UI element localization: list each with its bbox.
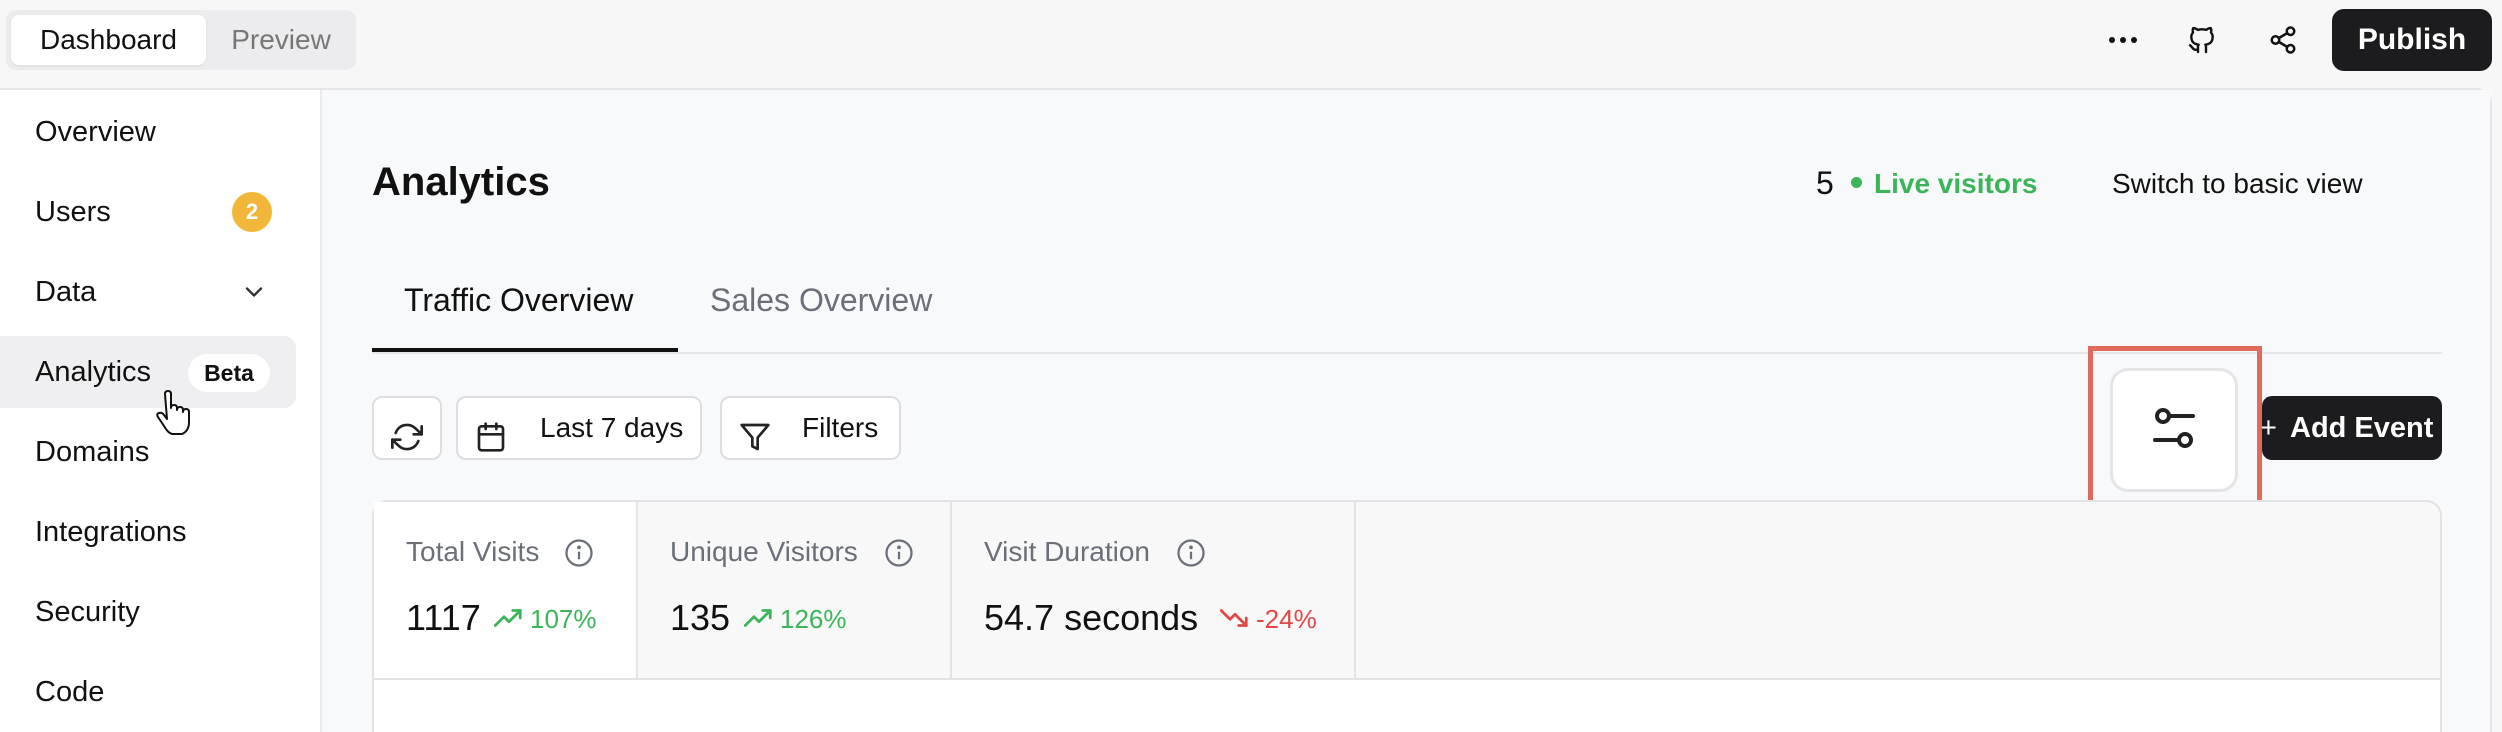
- live-visitor-count: 5: [1816, 165, 1834, 201]
- trend-up-icon: [743, 606, 774, 635]
- stat-trend: 126%: [780, 604, 847, 634]
- tab-dashboard[interactable]: Dashboard: [11, 15, 206, 65]
- filters-label: Filters: [802, 412, 879, 443]
- mode-switcher: Dashboard Preview: [6, 10, 356, 70]
- trend-down-icon: [1219, 606, 1250, 635]
- sidebar-item-label: Code: [35, 676, 105, 708]
- stat-divider: [1354, 502, 1356, 678]
- stat-value: 135: [670, 597, 731, 638]
- sidebar-item-label: Analytics: [35, 356, 152, 388]
- sidebar-item-label: Domains: [35, 436, 150, 468]
- share-icon[interactable]: [2258, 15, 2308, 65]
- stat-value: 1117: [406, 597, 481, 638]
- chevron-down-icon: [240, 278, 268, 311]
- sidebar-item-users[interactable]: Users 2: [0, 176, 296, 248]
- highlight-box: [2088, 346, 2262, 510]
- tab-sales-overview[interactable]: Sales Overview: [710, 280, 932, 320]
- plus-icon: +: [2260, 412, 2277, 444]
- users-count-badge: 2: [232, 192, 272, 232]
- stat-label: Unique Visitors: [670, 536, 858, 567]
- sidebar-item-code[interactable]: Code: [0, 656, 296, 728]
- calendar-icon: [475, 414, 507, 474]
- github-icon[interactable]: [2177, 15, 2227, 65]
- info-icon[interactable]: [884, 538, 914, 573]
- sidebar-item-label: Users: [35, 196, 111, 228]
- live-status-dot: [1851, 177, 1862, 188]
- page-title: Analytics: [372, 160, 550, 204]
- date-range-label: Last 7 days: [540, 412, 684, 443]
- sidebar-item-integrations[interactable]: Integrations: [0, 496, 296, 568]
- active-tab-indicator: [372, 348, 678, 352]
- stat-value: 54.7 seconds: [984, 597, 1199, 638]
- tab-traffic-overview[interactable]: Traffic Overview: [404, 280, 633, 320]
- more-horizontal-icon[interactable]: [2098, 15, 2148, 65]
- top-bar: Dashboard Preview Publish: [0, 0, 2502, 88]
- sidebar-item-domains[interactable]: Domains: [0, 416, 296, 488]
- refresh-icon: [391, 414, 423, 474]
- filters-button[interactable]: Filters: [720, 396, 901, 460]
- add-event-button[interactable]: + Add Event: [2260, 396, 2442, 460]
- publish-button[interactable]: Publish: [2332, 9, 2492, 71]
- stat-trend: 107%: [530, 604, 597, 634]
- sidebar-item-label: Overview: [35, 116, 156, 148]
- stat-unique-visitors[interactable]: Unique Visitors 135 126%: [638, 502, 950, 678]
- tab-preview[interactable]: Preview: [206, 15, 356, 65]
- sidebar-item-label: Integrations: [35, 516, 187, 548]
- beta-badge: Beta: [188, 354, 270, 392]
- stat-trend: -24%: [1256, 604, 1317, 634]
- stat-label: Visit Duration: [984, 536, 1151, 567]
- sidebar-item-overview[interactable]: Overview: [0, 96, 296, 168]
- date-range-button[interactable]: Last 7 days: [456, 396, 702, 460]
- trend-up-icon: [493, 606, 524, 635]
- stat-total-visits[interactable]: Total Visits 1117 107%: [374, 502, 636, 678]
- add-event-label: Add Event: [2290, 412, 2434, 444]
- hand-cursor-icon: [155, 390, 191, 441]
- stat-visit-duration[interactable]: Visit Duration 54.7 seconds -24%: [952, 502, 1354, 678]
- info-icon[interactable]: [564, 538, 594, 573]
- info-icon[interactable]: [1176, 538, 1206, 573]
- sidebar-item-label: Data: [35, 276, 97, 308]
- sidebar-item-label: Security: [35, 596, 140, 628]
- refresh-button[interactable]: [372, 396, 442, 460]
- stat-label: Total Visits: [406, 536, 540, 567]
- switch-basic-view-button[interactable]: Switch to basic view: [2112, 166, 2363, 202]
- filter-funnel-icon: [739, 414, 771, 474]
- sidebar-item-analytics[interactable]: Analytics Beta: [0, 336, 296, 408]
- sidebar-item-security[interactable]: Security: [0, 576, 296, 648]
- sidebar-item-data[interactable]: Data: [0, 256, 296, 328]
- live-visitors-label: Live visitors: [1874, 168, 2038, 199]
